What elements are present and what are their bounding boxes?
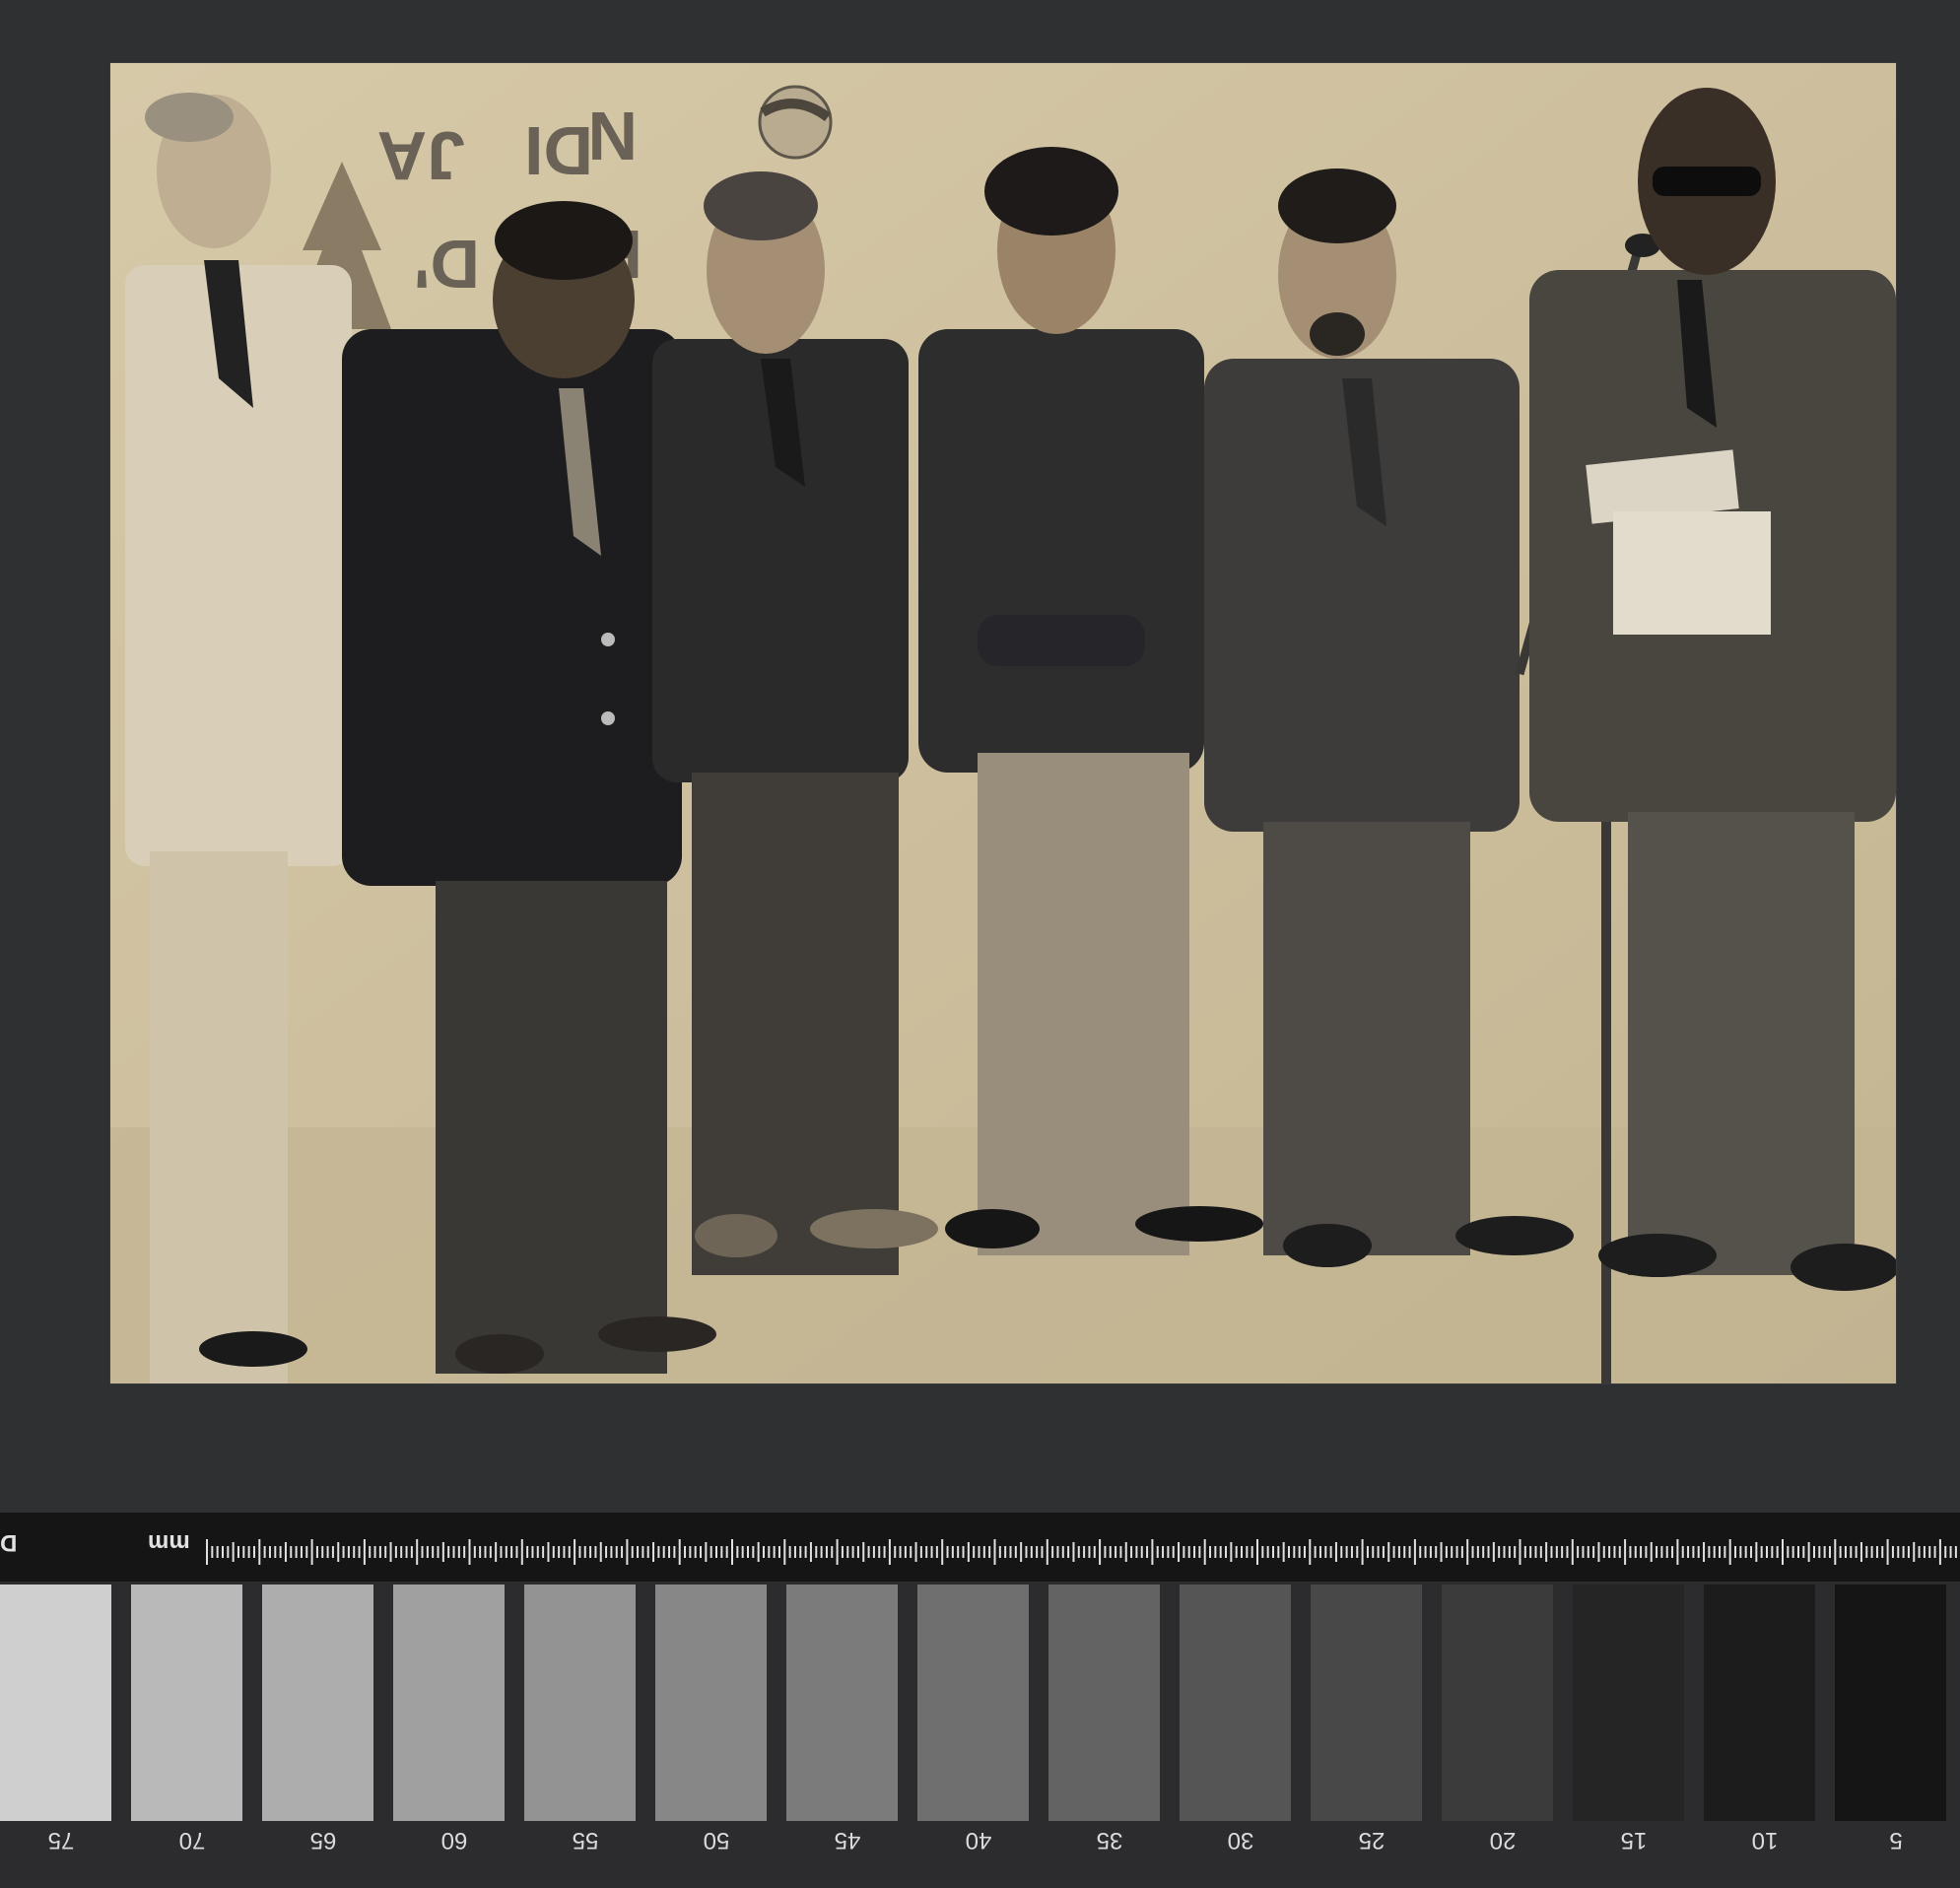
gray-patch	[655, 1585, 767, 1821]
patch-number: 75	[47, 1827, 74, 1854]
gray-patch	[1573, 1585, 1684, 1821]
ruler-unit-label: mm	[148, 1529, 190, 1556]
patch-number: 50	[703, 1827, 729, 1854]
patch-number: 20	[1489, 1827, 1516, 1854]
gray-patch	[524, 1585, 636, 1821]
svg-text:D': D'	[414, 226, 480, 303]
gray-patch-row	[0, 1585, 1960, 1821]
gray-patch	[393, 1585, 505, 1821]
gray-patch	[786, 1585, 898, 1821]
patch-number: 25	[1358, 1827, 1385, 1854]
patch-number: 60	[440, 1827, 467, 1854]
ruler-brand-label: D	[0, 1529, 18, 1556]
patch-number: 15	[1620, 1827, 1647, 1854]
mm-ruler: mm D	[0, 1513, 1960, 1582]
gray-patch	[1311, 1585, 1422, 1821]
ball-decoration-icon	[758, 85, 833, 160]
gray-patch	[262, 1585, 373, 1821]
patch-number: 65	[309, 1827, 336, 1854]
photograph: JA DI N D' EA	[110, 63, 1896, 1383]
gray-patch	[1442, 1585, 1553, 1821]
patch-number: 40	[965, 1827, 991, 1854]
photo-scene: JA DI N D' EA	[110, 63, 1896, 1383]
svg-text:DI: DI	[524, 112, 593, 189]
ruler-ticks	[206, 1539, 1957, 1565]
gray-patch	[1180, 1585, 1291, 1821]
patch-number: 30	[1227, 1827, 1253, 1854]
gray-patch	[1704, 1585, 1815, 1821]
gray-patch	[1048, 1585, 1160, 1821]
patch-number: 10	[1751, 1827, 1778, 1854]
color-calibration-target: mm D 75 70 65 60 55 50 45 40 35 30 25 20 15 10 5	[0, 1513, 1960, 1888]
svg-text:JA: JA	[377, 117, 465, 194]
patch-number: 70	[178, 1827, 205, 1854]
svg-text:N: N	[587, 98, 638, 174]
patch-number: 55	[572, 1827, 598, 1854]
patch-number: 45	[834, 1827, 860, 1854]
gray-patch	[0, 1585, 111, 1821]
gray-patch	[917, 1585, 1029, 1821]
patch-number: 5	[1888, 1827, 1903, 1854]
gray-patch	[131, 1585, 242, 1821]
gray-patch	[1835, 1585, 1946, 1821]
patch-number: 35	[1096, 1827, 1122, 1854]
